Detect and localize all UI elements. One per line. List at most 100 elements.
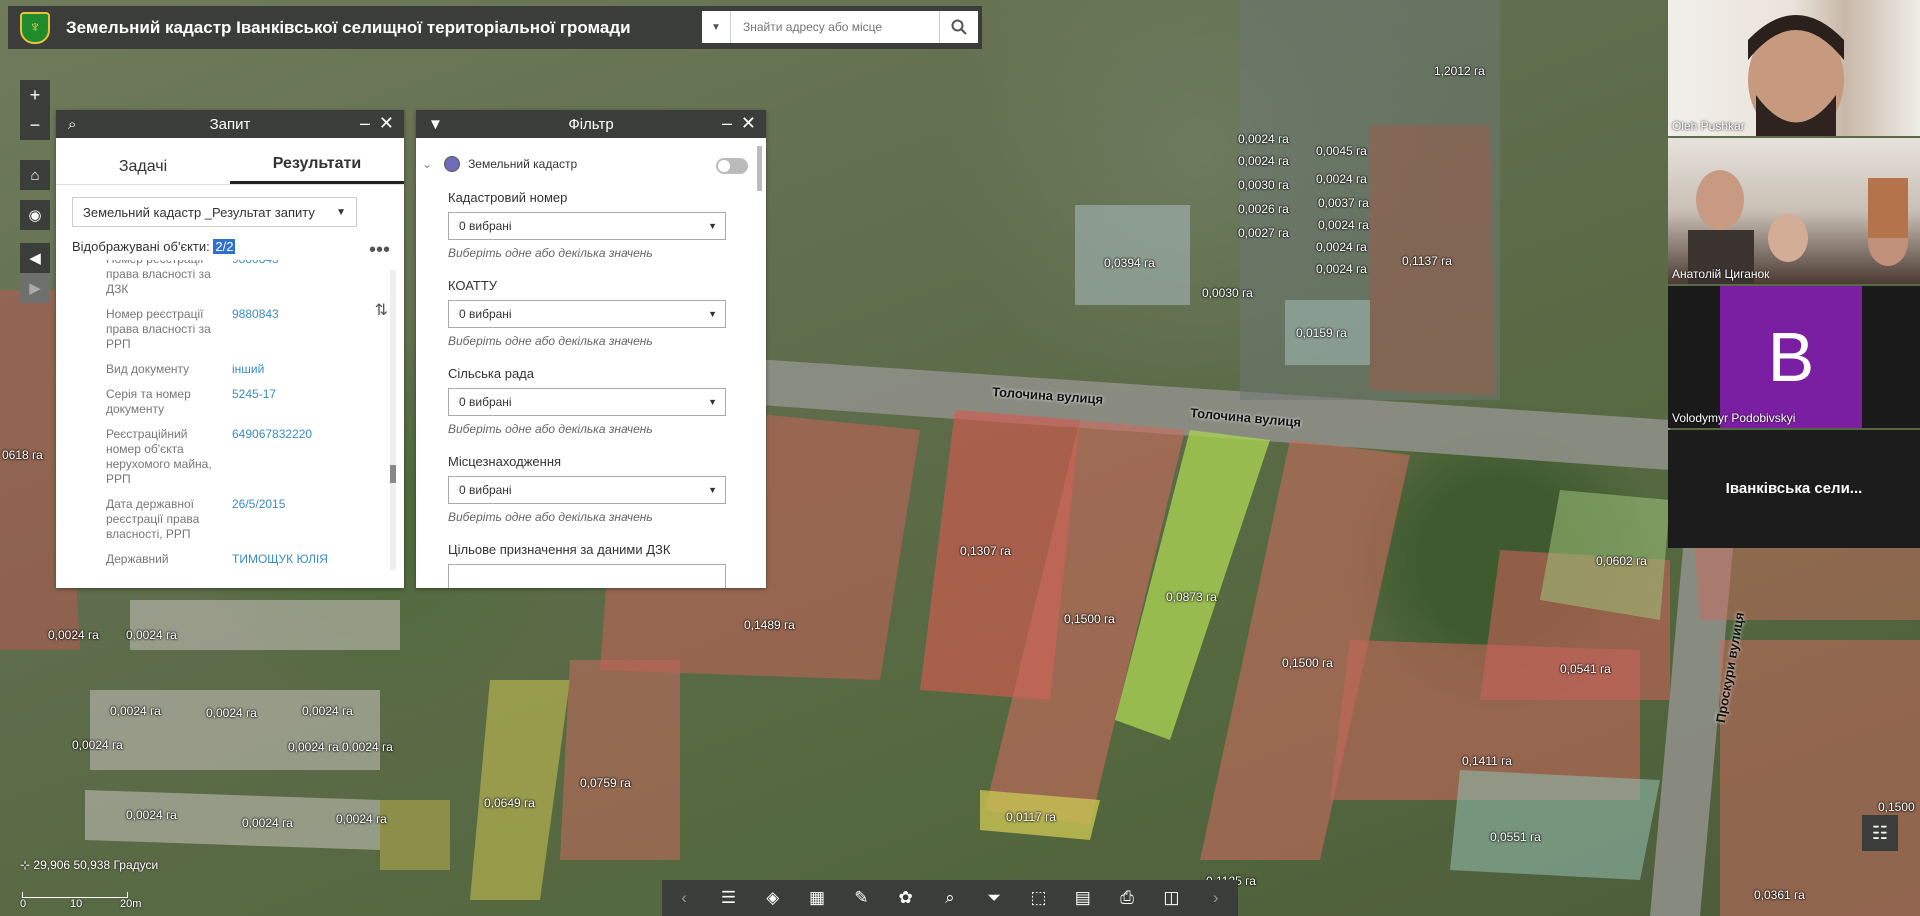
attribute-key: Серія та номер документу: [106, 387, 191, 416]
caret-down-icon: ▼: [708, 397, 717, 407]
filter-panel: ▼ Фільтр – ✕ ⌄ Земельний кадастр Кадастр…: [416, 110, 766, 588]
next-extent-button[interactable]: ▶: [20, 273, 50, 303]
attribute-key: Номер реєстрації права власності за РРП: [106, 307, 211, 351]
video-tile-ivankiv[interactable]: Іванківська сели...: [1668, 430, 1920, 548]
legend-list-icon[interactable]: ☰: [710, 888, 746, 908]
parcel-label: 0,0024 га: [302, 704, 353, 718]
parcel-label: 0,0602 га: [1596, 554, 1647, 568]
video-tile-volodymyr[interactable]: B Volodymyr Podobivskyi: [1668, 286, 1920, 428]
attribute-row: Номер реєстрації права власності за ДЗК 9…: [56, 260, 390, 297]
field-label: Кадастровий номер: [448, 190, 568, 205]
video-tile-oleh[interactable]: Oleh Pushkar: [1668, 0, 1920, 138]
purpose-select[interactable]: [448, 564, 726, 588]
minimize-icon[interactable]: –: [360, 113, 370, 134]
participant-video: [1688, 170, 1908, 284]
koatuu-select[interactable]: 0 вибрані ▼: [448, 300, 726, 328]
parcel-label: 0618 га: [2, 448, 43, 462]
scrollbar-thumb[interactable]: [390, 465, 396, 483]
table-icon: ☷: [1871, 822, 1889, 843]
filter-icon[interactable]: ⏷: [976, 888, 1012, 908]
theme-palette-icon[interactable]: ✿: [888, 888, 924, 908]
parcel-label: 0,0024 га: [1316, 262, 1367, 276]
search-button[interactable]: [939, 11, 978, 43]
zoom-in-button[interactable]: +: [20, 80, 50, 110]
app-title: Земельний кадастр Іванківської селищної …: [66, 17, 631, 37]
widget-toolbar: ‹ ☰ ◈ ▦ ✎ ✿ ⌕ ⏷ ⬚ ▤ ⎙ ◫ ›: [662, 880, 1238, 916]
field-hint: Виберіть одне або декілька значень: [448, 334, 653, 348]
more-options-icon[interactable]: •••: [369, 239, 390, 262]
parcel-label: 0,0649 га: [484, 796, 535, 810]
result-layer-select[interactable]: Земельний кадастр _Результат запиту ▼: [72, 197, 357, 227]
tab-results[interactable]: Результати: [230, 155, 404, 184]
chevron-right-icon[interactable]: ›: [1198, 888, 1234, 908]
parcel-label: 0,0024 га: [288, 740, 339, 754]
attribute-row: Державний ТИМОЩУК ЮЛІЯ: [56, 552, 390, 567]
attribute-row: Дата державної реєстрації права власност…: [56, 497, 390, 542]
crosshair-icon: ⊹: [20, 858, 31, 872]
attribute-key: Державний: [106, 552, 169, 566]
coordinates-readout: ⊹ 29,906 50,938 Градуси: [20, 858, 158, 872]
parcel-label: 0,0759 га: [580, 776, 631, 790]
field-hint: Виберіть одне або декілька значень: [448, 246, 653, 260]
cadastral-number-select[interactable]: 0 вибрані ▼: [448, 212, 726, 240]
previous-extent-button[interactable]: ◀: [20, 243, 50, 273]
attribute-value[interactable]: 5245-17: [224, 387, 276, 417]
parcel-label: 0,0394 га: [1104, 256, 1155, 270]
print-icon[interactable]: ⎙: [1109, 888, 1145, 908]
close-icon[interactable]: ✕: [741, 113, 756, 134]
parcel-label: 0,1137 га: [1402, 254, 1452, 268]
swipe-icon[interactable]: ◫: [1153, 888, 1189, 908]
parcel-label: 0,0551 га: [1490, 830, 1541, 844]
village-council-select[interactable]: 0 вибрані ▼: [448, 388, 726, 416]
search-source-dropdown[interactable]: ▼: [702, 11, 731, 43]
select-value: 0 вибрані: [459, 307, 512, 321]
app-header: ♆ Земельний кадастр Іванківської селищно…: [8, 6, 982, 49]
attribute-value[interactable]: 26/5/2015: [224, 497, 285, 542]
minimize-icon[interactable]: –: [722, 113, 732, 134]
select-icon[interactable]: ⬚: [1021, 888, 1057, 908]
chevron-down-icon: ▼: [711, 21, 721, 33]
measure-icon[interactable]: ✎: [843, 888, 879, 908]
chevron-left-icon[interactable]: ‹: [666, 888, 702, 908]
query-panel-title: Запит: [209, 115, 251, 133]
home-button[interactable]: ⌂: [20, 160, 50, 190]
query-panel-titlebar[interactable]: ⌕ Запит – ✕: [56, 110, 404, 138]
query-icon[interactable]: ⌕: [932, 888, 968, 908]
attribute-value[interactable]: 9880843: [224, 307, 279, 352]
attribute-row: Реєстраційний номер об'єкта нерухомого м…: [56, 427, 390, 487]
edit-icon[interactable]: ▤: [1065, 888, 1101, 908]
caret-down-icon: ▼: [708, 309, 717, 319]
parcel-label: 0,0024 га: [336, 812, 387, 826]
attribute-value[interactable]: інший: [224, 362, 264, 377]
participant-name: Volodymyr Podobivskyi: [1672, 411, 1796, 425]
attribute-value[interactable]: ТИМОЩУК ЮЛІЯ: [224, 552, 328, 567]
filter-layer-row[interactable]: ⌄ Земельний кадастр: [422, 156, 577, 172]
filter-panel-titlebar[interactable]: ▼ Фільтр – ✕: [416, 110, 766, 138]
avatar-letter: B: [1767, 318, 1815, 396]
parcel-label: 0,0873 га: [1166, 590, 1217, 604]
video-tile-anatolii[interactable]: Анатолій Циганок: [1668, 138, 1920, 284]
search-input[interactable]: [731, 19, 939, 35]
filter-toggle[interactable]: [716, 158, 748, 174]
filter-scrollbar[interactable]: [757, 146, 762, 191]
parcel-label: 0,0037 га: [1318, 196, 1369, 210]
basemap-gallery-icon[interactable]: ▦: [799, 888, 835, 908]
close-icon[interactable]: ✕: [379, 113, 394, 134]
tab-tasks[interactable]: Задачі: [56, 158, 230, 184]
locate-icon: ◉: [28, 207, 42, 224]
parcel-label: 0,0024 га: [48, 628, 99, 642]
my-location-button[interactable]: ◉: [20, 200, 50, 230]
layers-icon[interactable]: ◈: [755, 888, 791, 908]
results-scrollbar[interactable]: [390, 270, 396, 570]
home-icon: ⌂: [30, 166, 40, 184]
parcel-label: 0,0024 га: [126, 628, 177, 642]
field-hint: Виберіть одне або декілька значень: [448, 422, 653, 436]
attribute-value[interactable]: 649067832220: [224, 427, 312, 487]
select-value: 0 вибрані: [459, 395, 512, 409]
attribute-key: Дата державної реєстрації права власност…: [106, 497, 200, 541]
zoom-out-button[interactable]: −: [20, 110, 50, 140]
attribute-value[interactable]: 9880843: [224, 260, 279, 297]
location-select[interactable]: 0 вибрані ▼: [448, 476, 726, 504]
scale-label: 20m: [120, 898, 142, 910]
attribute-table-button[interactable]: ☷: [1862, 815, 1898, 851]
